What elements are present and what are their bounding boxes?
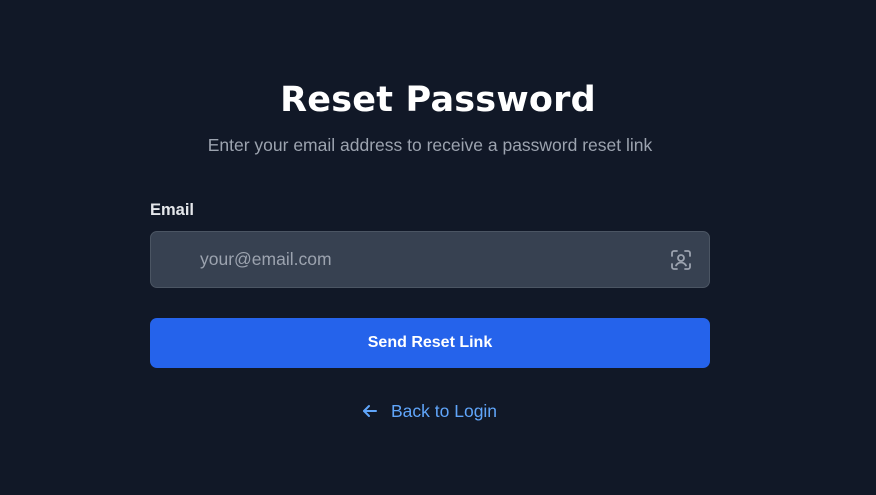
send-reset-link-button[interactable]: Send Reset Link — [150, 318, 710, 368]
email-label: Email — [150, 201, 195, 219]
back-to-login-link[interactable]: Back to Login — [360, 399, 497, 423]
arrow-left-icon — [360, 401, 380, 421]
email-field-container — [150, 231, 710, 288]
face-scan-icon[interactable] — [669, 248, 693, 272]
email-input[interactable] — [151, 232, 709, 287]
page-subtitle: Enter your email address to receive a pa… — [207, 135, 653, 155]
back-to-login-label: Back to Login — [391, 401, 498, 421]
page-title: Reset Password — [280, 80, 596, 120]
